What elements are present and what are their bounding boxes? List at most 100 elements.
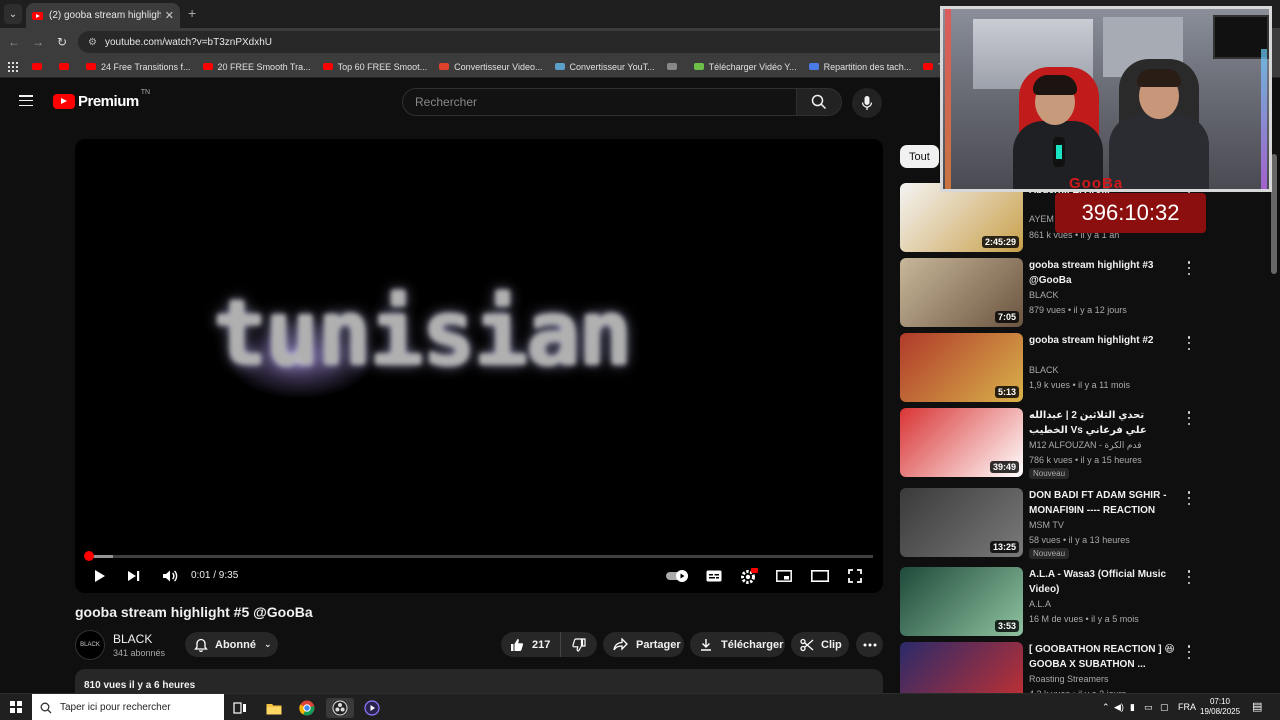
video-thumbnail[interactable]: 3:53 (900, 567, 1023, 636)
bookmark-item[interactable]: Télécharger Vidéo Y... (693, 62, 797, 72)
video-player[interactable]: tunisian 0:01 / 9:35 (75, 139, 883, 593)
bookmark-item[interactable]: 24 Free Transitions f... (86, 62, 191, 72)
windows-start-icon[interactable] (10, 701, 22, 713)
bookmark-item[interactable] (666, 63, 682, 70)
video-title[interactable]: A.L.A - Wasa3 (Official Music Video) (1029, 567, 1179, 597)
more-vertical-icon[interactable] (1185, 411, 1193, 425)
more-vertical-icon[interactable] (1185, 645, 1193, 659)
video-title[interactable]: تحدي الثلاثين 2 | عبدالله الخطيب Vs علي … (1029, 408, 1179, 438)
video-duration: 13:25 (989, 541, 1019, 553)
video-title[interactable]: DON BADI FT ADAM SGHIR - MONAFI9IN ---- … (1029, 488, 1179, 518)
progress-bar[interactable] (83, 551, 873, 561)
download-button[interactable]: Télécharger (690, 632, 785, 657)
share-button[interactable]: Partager (603, 632, 684, 657)
more-vertical-icon[interactable] (1185, 570, 1193, 584)
more-vertical-icon[interactable] (1185, 336, 1193, 350)
video-thumbnail[interactable]: 5:13 (900, 333, 1023, 402)
video-channel[interactable]: MSM TV (1029, 520, 1064, 530)
bookmark-item[interactable]: Convertisseur YouT... (554, 61, 655, 72)
tray-chevron-icon[interactable]: ⌃ (1102, 702, 1110, 713)
miniplayer-button[interactable] (773, 566, 795, 586)
network-icon[interactable]: ▭ (1144, 702, 1153, 713)
video-channel[interactable]: M12 ALFOUZAN - قدم الكرة (1029, 440, 1142, 451)
youtube-logo[interactable]: Premium TN (53, 89, 150, 110)
tab-close-icon[interactable]: ✕ (165, 9, 174, 22)
video-channel[interactable]: A.L.A (1029, 599, 1051, 609)
subtitles-button[interactable] (703, 566, 725, 586)
address-bar[interactable]: ⚙ youtube.com/watch?v=bT3znPXdxhU (78, 31, 958, 53)
video-thumbnail[interactable]: 13:25 (900, 488, 1023, 557)
video-title[interactable]: gooba stream highlight #3 @GooBa (1029, 258, 1179, 288)
media-player-icon[interactable] (362, 698, 382, 718)
recommended-video[interactable]: 7:05 gooba stream highlight #3 @GooBa BLAC… (900, 258, 1260, 329)
file-explorer-icon[interactable] (264, 698, 284, 718)
menu-icon[interactable] (19, 95, 33, 106)
subscribed-button[interactable]: Abonné ⌄ (185, 632, 278, 657)
new-tab-icon[interactable]: + (188, 5, 196, 21)
chrome-icon[interactable] (297, 698, 317, 718)
speaker-icon[interactable]: ◀) (1114, 702, 1124, 713)
channel-name[interactable]: BLACK (113, 632, 152, 646)
video-channel[interactable]: AYEM (1029, 214, 1054, 224)
apps-grid-icon[interactable] (8, 61, 18, 72)
back-icon[interactable]: ← (6, 34, 22, 50)
settings-button[interactable] (738, 566, 760, 586)
person-right-hair (1137, 69, 1181, 87)
play-button[interactable] (89, 566, 111, 586)
search-button[interactable] (796, 88, 842, 116)
recommended-video[interactable]: 39:49 تحدي الثلاثين 2 | عبدالله الخطيب Vs… (900, 408, 1260, 479)
video-channel[interactable]: BLACK (1029, 365, 1059, 375)
video-title[interactable]: gooba stream highlight #2 (1029, 333, 1179, 348)
play-icon (95, 570, 105, 582)
video-thumbnail[interactable]: 7:05 (900, 258, 1023, 327)
video-meta: 16 M de vues • il y a 5 mois (1029, 614, 1139, 624)
video-thumbnail[interactable]: 2:45:29 (900, 183, 1023, 252)
more-vertical-icon[interactable] (1185, 261, 1193, 275)
taskbar-search[interactable]: Taper ici pour rechercher (32, 694, 224, 720)
recommended-video[interactable]: 5:13 gooba stream highlight #2 BLACK 1,9 k … (900, 333, 1260, 404)
recommended-video[interactable]: 3:53 A.L.A - Wasa3 (Official Music Video)… (900, 567, 1260, 638)
bookmark-item[interactable]: Convertisseur Video... (439, 62, 543, 72)
like-button[interactable]: 217 (501, 632, 561, 657)
language-indicator[interactable]: FRA (1178, 702, 1196, 712)
more-actions-button[interactable] (856, 632, 883, 657)
taskbar-clock[interactable]: 07:10 19/08/2025 (1200, 697, 1240, 717)
progress-scrubber-handle[interactable] (83, 551, 94, 561)
tray-mic-icon[interactable]: ▮ (1130, 702, 1135, 713)
obs-icon[interactable] (326, 698, 354, 718)
clip-button[interactable]: Clip (791, 632, 849, 657)
reload-icon[interactable]: ↻ (54, 34, 70, 50)
task-view-icon[interactable] (230, 698, 250, 718)
tray-device-icon[interactable]: ▢ (1160, 702, 1169, 713)
bookmark-item[interactable] (59, 63, 74, 70)
tab-search-button[interactable]: ⌄ (4, 4, 22, 24)
bookmark-item[interactable]: 20 FREE Smooth Tra... (202, 62, 311, 72)
video-channel[interactable]: Roasting Streamers (1029, 674, 1109, 684)
voice-search-button[interactable] (852, 88, 882, 118)
autoplay-toggle[interactable] (665, 566, 691, 586)
bookmark-item[interactable] (32, 63, 47, 70)
dislike-button[interactable] (561, 632, 597, 657)
next-button[interactable] (123, 566, 145, 586)
more-vertical-icon[interactable] (1185, 491, 1193, 505)
site-info-icon[interactable]: ⚙ (88, 37, 97, 48)
recommended-video[interactable]: 13:25 DON BADI FT ADAM SGHIR - MONAFI9IN … (900, 488, 1260, 559)
theater-mode-icon (811, 570, 829, 582)
bookmark-label: Convertisseur YouT... (569, 61, 655, 72)
bookmark-item[interactable]: Top 60 FREE Smoot... (322, 62, 427, 72)
chip-all[interactable]: Tout (900, 145, 939, 168)
channel-avatar[interactable]: BLACK (75, 630, 105, 660)
bookmark-item[interactable]: Repartition des tach... (808, 62, 911, 72)
video-channel[interactable]: BLACK (1029, 290, 1059, 300)
page-scrollbar[interactable] (1271, 124, 1277, 684)
video-title[interactable]: [ GOOBATHON REACTION ] 😆 GOOBA X SUBATHO… (1029, 642, 1179, 672)
browser-tab-active[interactable]: (2) gooba stream highlight #5 @ ✕ (26, 3, 180, 28)
theater-mode-button[interactable] (809, 566, 831, 586)
forward-icon[interactable]: → (30, 34, 46, 50)
volume-button[interactable] (159, 566, 181, 586)
search-input[interactable] (402, 88, 796, 116)
notification-icon[interactable]: ▤ (1252, 700, 1262, 713)
video-thumbnail[interactable]: 39:49 (900, 408, 1023, 477)
fullscreen-button[interactable] (844, 566, 866, 586)
clock-time: 07:10 (1209, 697, 1231, 706)
